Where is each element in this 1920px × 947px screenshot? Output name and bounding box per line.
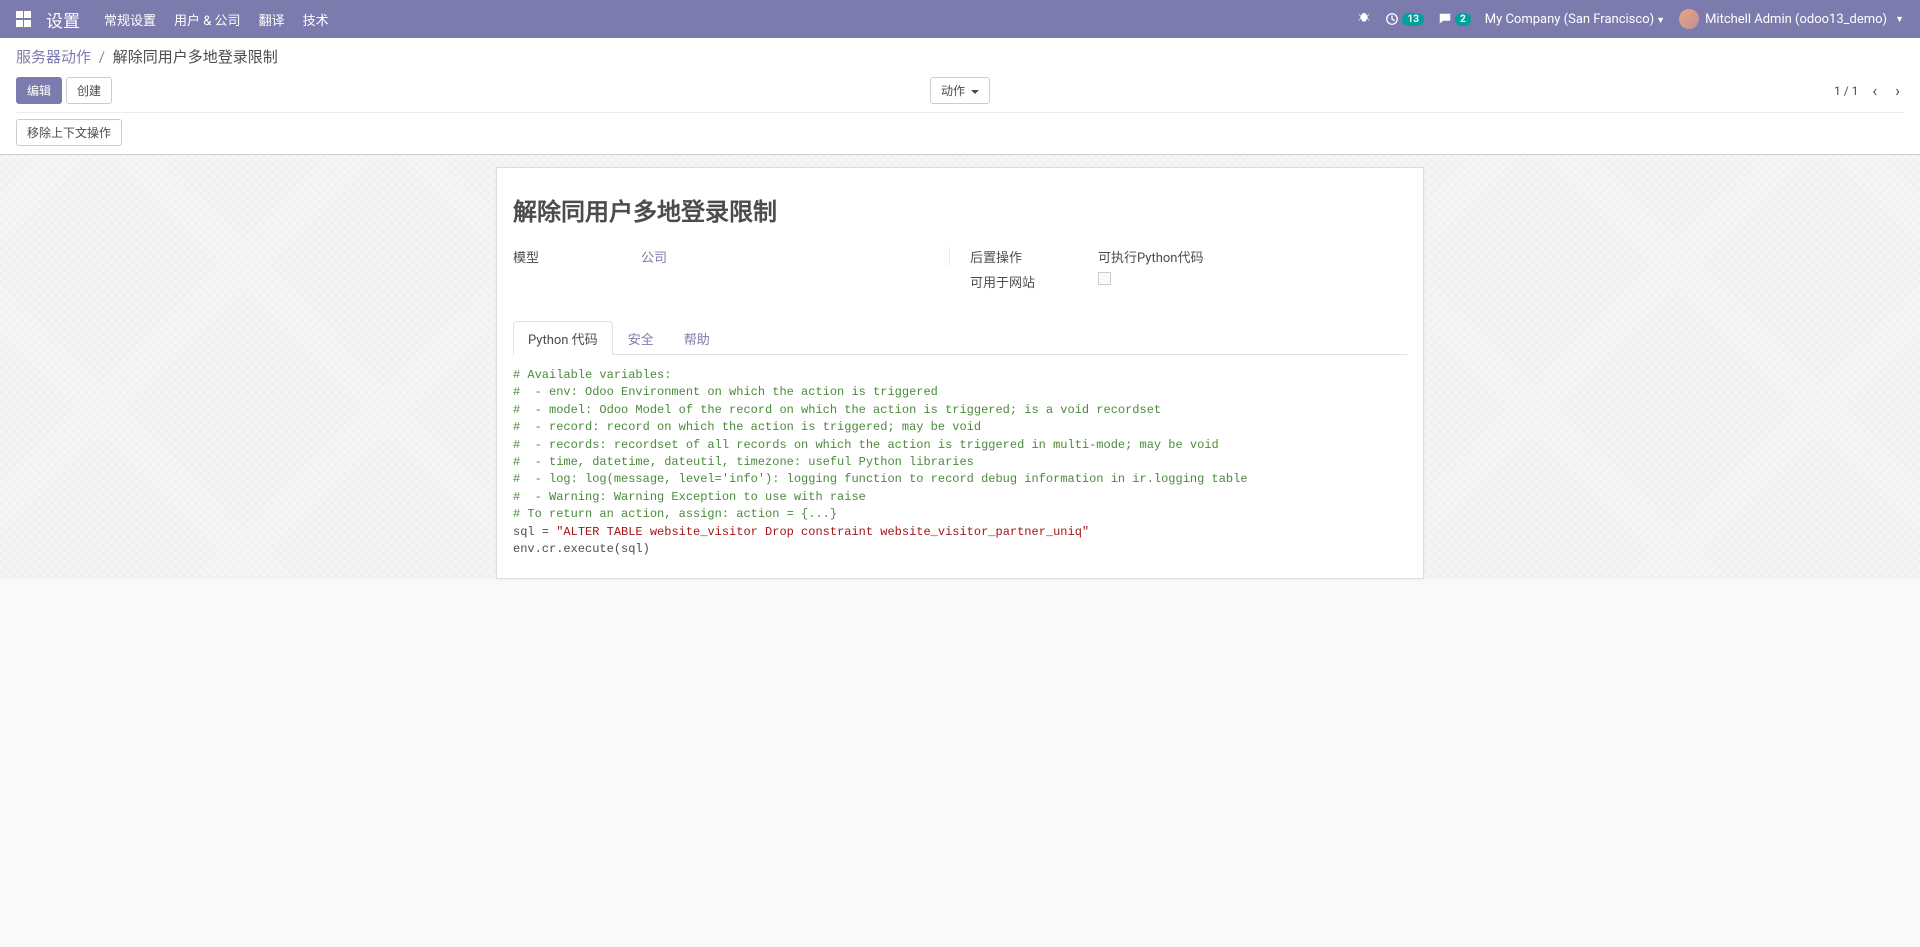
discuss-icon[interactable]: 2	[1438, 12, 1471, 26]
user-label: Mitchell Admin (odoo13_demo)	[1705, 12, 1887, 27]
topnav: 设置 常规设置 用户 & 公司 翻译 技术 13 2 My Company (S…	[0, 0, 1920, 38]
app-brand[interactable]: 设置	[46, 7, 80, 32]
form-sheet: 解除同用户多地登录限制 模型 公司 后置操作 可执行Python代码 可用于网站	[496, 167, 1424, 579]
company-label: My Company (San Francisco)	[1485, 12, 1654, 27]
breadcrumb-current: 解除同用户多地登录限制	[113, 48, 278, 66]
checkbox-website	[1098, 272, 1111, 285]
action-dropdown[interactable]: 动作	[930, 77, 990, 104]
tab-security[interactable]: 安全	[613, 321, 669, 355]
breadcrumb: 服务器动作 / 解除同用户多地登录限制	[16, 46, 1904, 67]
pager[interactable]: 1 / 1	[1834, 84, 1858, 98]
value-model[interactable]: 公司	[641, 247, 929, 266]
breadcrumb-sep: /	[99, 48, 105, 66]
breadcrumb-parent[interactable]: 服务器动作	[16, 48, 91, 66]
avatar	[1679, 9, 1699, 29]
value-after-action: 可执行Python代码	[1098, 247, 1407, 266]
menu-general[interactable]: 常规设置	[104, 10, 156, 29]
control-panel: 服务器动作 / 解除同用户多地登录限制 编辑 创建 动作 1 / 1 ‹ › 移…	[0, 38, 1920, 155]
remove-context-button[interactable]: 移除上下文操作	[16, 119, 122, 146]
edit-button[interactable]: 编辑	[16, 77, 62, 104]
user-menu[interactable]: Mitchell Admin (odoo13_demo) ▼	[1679, 9, 1904, 29]
activities-badge: 13	[1402, 13, 1423, 26]
tab-python-code[interactable]: Python 代码	[513, 321, 613, 355]
apps-icon[interactable]	[16, 11, 32, 27]
discuss-badge: 2	[1455, 13, 1471, 26]
company-switcher[interactable]: My Company (San Francisco)▼	[1485, 12, 1665, 27]
create-button[interactable]: 创建	[66, 77, 112, 104]
topnav-menu: 常规设置 用户 & 公司 翻译 技术	[104, 10, 329, 29]
pager-prev[interactable]: ‹	[1868, 81, 1881, 100]
tab-help[interactable]: 帮助	[669, 321, 725, 355]
label-website: 可用于网站	[970, 272, 1098, 291]
form-bg: 解除同用户多地登录限制 模型 公司 后置操作 可执行Python代码 可用于网站	[0, 155, 1920, 579]
menu-technical[interactable]: 技术	[303, 10, 329, 29]
record-title: 解除同用户多地登录限制	[513, 192, 1407, 227]
label-after-action: 后置操作	[970, 247, 1098, 266]
tabs: Python 代码 安全 帮助	[513, 321, 1407, 355]
menu-users[interactable]: 用户 & 公司	[174, 10, 241, 29]
pager-next[interactable]: ›	[1891, 81, 1904, 100]
debug-icon[interactable]	[1357, 12, 1371, 26]
menu-translate[interactable]: 翻译	[259, 10, 285, 29]
python-code-block: # Available variables: # - env: Odoo Env…	[513, 367, 1407, 558]
chevron-down-icon: ▼	[1656, 16, 1665, 26]
chevron-down-icon: ▼	[1895, 14, 1904, 25]
activities-icon[interactable]: 13	[1385, 12, 1423, 26]
label-model: 模型	[513, 247, 641, 266]
